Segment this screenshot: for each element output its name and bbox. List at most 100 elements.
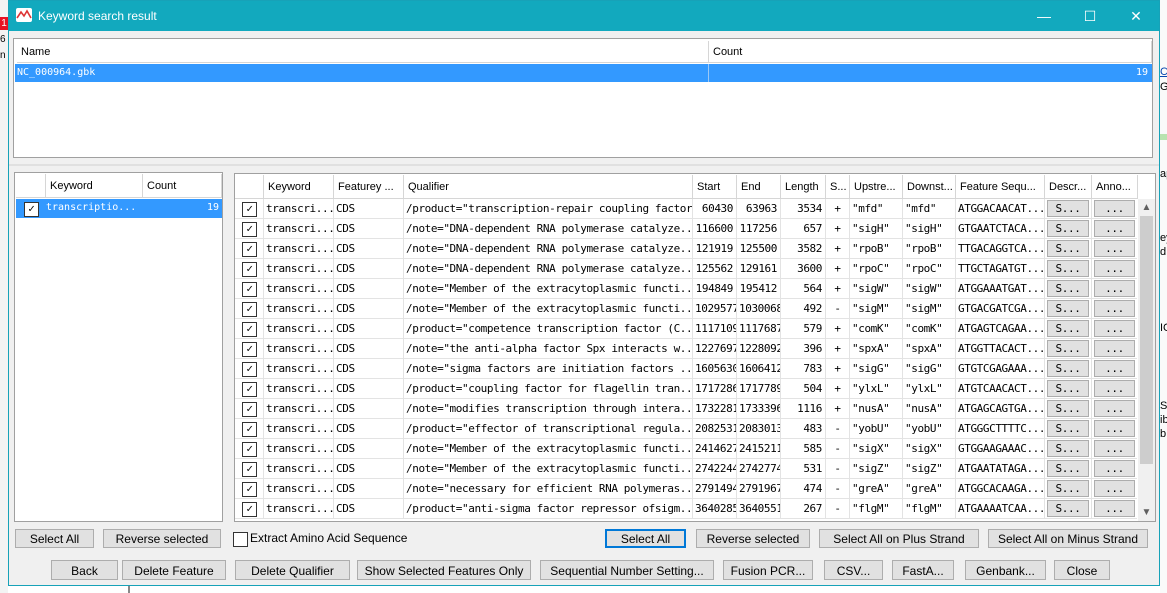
keyword-row[interactable]: ✓ transcriptio... 19 — [16, 199, 222, 218]
column-header-name[interactable]: Name — [17, 41, 709, 63]
file-row[interactable]: NC_000964.gbk 19 — [15, 64, 1152, 82]
row-checkbox[interactable]: ✓ — [242, 262, 257, 277]
close-button[interactable]: Close — [1054, 560, 1110, 580]
description-button[interactable]: S... — [1047, 260, 1089, 277]
fasta-button[interactable]: FastA... — [892, 560, 954, 580]
select-minus-strand-button[interactable]: Select All on Minus Strand — [988, 529, 1148, 548]
annotation-button[interactable]: ... — [1094, 400, 1135, 417]
annotation-button[interactable]: ... — [1094, 460, 1135, 477]
column-header-end[interactable]: End — [737, 175, 781, 199]
keyword-checkbox[interactable]: ✓ — [24, 202, 39, 217]
maximize-icon[interactable]: ☐ — [1067, 1, 1113, 31]
column-header-length[interactable]: Length — [781, 175, 826, 199]
description-button[interactable]: S... — [1047, 300, 1089, 317]
minimize-icon[interactable]: — — [1021, 1, 1067, 31]
column-header-annotation[interactable]: Anno... — [1092, 175, 1138, 199]
table-row[interactable]: ✓ transcri... CDS/product="competence tran… — [235, 319, 1137, 339]
column-header-count[interactable]: Count — [143, 174, 222, 198]
file-list[interactable]: Name Count NC_000964.gbk 19 — [13, 38, 1153, 158]
extract-amino-acid-checkbox[interactable] — [233, 532, 248, 547]
annotation-button[interactable]: ... — [1094, 480, 1135, 497]
description-button[interactable]: S... — [1047, 280, 1089, 297]
row-checkbox[interactable]: ✓ — [242, 342, 257, 357]
table-row[interactable]: ✓ transcri... CDS/note="necessary for effi… — [235, 479, 1137, 499]
annotation-button[interactable]: ... — [1094, 300, 1135, 317]
annotation-button[interactable]: ... — [1094, 260, 1135, 277]
description-button[interactable]: S... — [1047, 380, 1089, 397]
show-selected-features-button[interactable]: Show Selected Features Only — [357, 560, 531, 580]
annotation-button[interactable]: ... — [1094, 500, 1135, 517]
table-row[interactable]: ✓ transcri... CDS/note="sigma factors are … — [235, 359, 1137, 379]
description-button[interactable]: S... — [1047, 200, 1089, 217]
description-button[interactable]: S... — [1047, 460, 1089, 477]
annotation-button[interactable]: ... — [1094, 200, 1135, 217]
table-row[interactable]: ✓ transcri... CDS/note="DNA-dependent RNA … — [235, 239, 1137, 259]
column-header-keyword[interactable]: Keyword — [264, 175, 334, 199]
row-checkbox[interactable]: ✓ — [242, 302, 257, 317]
table-row[interactable]: ✓ transcri... CDS/product="transcription-r… — [235, 199, 1137, 219]
table-row[interactable]: ✓ transcri... CDS/note="Member of the extr… — [235, 299, 1137, 319]
description-button[interactable]: S... — [1047, 500, 1089, 517]
annotation-button[interactable]: ... — [1094, 320, 1135, 337]
table-row[interactable]: ✓ transcri... CDS/note="the anti-alpha fac… — [235, 339, 1137, 359]
description-button[interactable]: S... — [1047, 320, 1089, 337]
csv-button[interactable]: CSV... — [824, 560, 883, 580]
sequential-number-setting-button[interactable]: Sequential Number Setting... — [540, 560, 714, 580]
table-row[interactable]: ✓ transcri... CDS/note="Member of the extr… — [235, 459, 1137, 479]
scroll-down-icon[interactable]: ▼ — [1138, 504, 1155, 521]
row-checkbox[interactable]: ✓ — [242, 402, 257, 417]
back-button[interactable]: Back — [51, 560, 118, 580]
column-header-feature-sequence[interactable]: Feature Sequ... — [956, 175, 1045, 199]
table-row[interactable]: ✓ transcri... CDS/note="Member of the extr… — [235, 279, 1137, 299]
annotation-button[interactable]: ... — [1094, 340, 1135, 357]
delete-qualifier-button[interactable]: Delete Qualifier — [235, 560, 350, 580]
description-button[interactable]: S... — [1047, 340, 1089, 357]
row-checkbox[interactable]: ✓ — [242, 242, 257, 257]
vertical-scrollbar[interactable]: ▲ ▼ — [1138, 199, 1155, 521]
splitter[interactable] — [9, 164, 1159, 166]
reverse-selected-keywords-button[interactable]: Reverse selected — [103, 529, 221, 548]
description-button[interactable]: S... — [1047, 240, 1089, 257]
column-header-downstream[interactable]: Downst... — [903, 175, 956, 199]
row-checkbox[interactable]: ✓ — [242, 482, 257, 497]
reverse-selected-features-button[interactable]: Reverse selected — [696, 529, 810, 548]
description-button[interactable]: S... — [1047, 360, 1089, 377]
column-header-keyword[interactable]: Keyword — [46, 174, 143, 198]
scroll-thumb[interactable] — [1140, 216, 1153, 464]
select-all-features-button[interactable]: Select All — [605, 529, 686, 548]
select-all-keywords-button[interactable]: Select All — [15, 529, 94, 548]
column-header-description[interactable]: Descr... — [1045, 175, 1092, 199]
table-row[interactable]: ✓ transcri... CDS/note="DNA-dependent RNA … — [235, 219, 1137, 239]
column-header-strand[interactable]: S... — [826, 175, 850, 199]
row-checkbox[interactable]: ✓ — [242, 442, 257, 457]
genbank-button[interactable]: Genbank... — [965, 560, 1046, 580]
annotation-button[interactable]: ... — [1094, 380, 1135, 397]
column-header-qualifier[interactable]: Qualifier — [404, 175, 693, 199]
column-header-count[interactable]: Count — [709, 41, 1152, 63]
annotation-button[interactable]: ... — [1094, 440, 1135, 457]
row-checkbox[interactable]: ✓ — [242, 462, 257, 477]
annotation-button[interactable]: ... — [1094, 360, 1135, 377]
row-checkbox[interactable]: ✓ — [242, 362, 257, 377]
annotation-button[interactable]: ... — [1094, 240, 1135, 257]
fusion-pcr-button[interactable]: Fusion PCR... — [723, 560, 813, 580]
row-checkbox[interactable]: ✓ — [242, 282, 257, 297]
table-row[interactable]: ✓ transcri... CDS/note="Member of the extr… — [235, 439, 1137, 459]
row-checkbox[interactable]: ✓ — [242, 422, 257, 437]
close-icon[interactable]: ✕ — [1113, 1, 1159, 31]
row-checkbox[interactable]: ✓ — [242, 322, 257, 337]
feature-table[interactable]: Keyword Featurey ... Qualifier Start End Leng… — [234, 173, 1156, 522]
table-row[interactable]: ✓ transcri... CDS/product="coupling factor… — [235, 379, 1137, 399]
column-header-upstream[interactable]: Upstre... — [850, 175, 903, 199]
description-button[interactable]: S... — [1047, 400, 1089, 417]
column-header-select-checkbox[interactable] — [235, 175, 264, 199]
description-button[interactable]: S... — [1047, 420, 1089, 437]
table-row[interactable]: ✓ transcri... CDS/product="anti-sigma fact… — [235, 499, 1137, 519]
row-checkbox[interactable]: ✓ — [242, 202, 257, 217]
column-header-feature-type[interactable]: Featurey ... — [334, 175, 404, 199]
title-bar[interactable]: Keyword search result — ☐ ✕ — [9, 1, 1159, 31]
column-header-start[interactable]: Start — [693, 175, 737, 199]
keyword-list[interactable]: Keyword Count ✓ transcriptio... 19 — [14, 172, 223, 522]
annotation-button[interactable]: ... — [1094, 420, 1135, 437]
description-button[interactable]: S... — [1047, 480, 1089, 497]
